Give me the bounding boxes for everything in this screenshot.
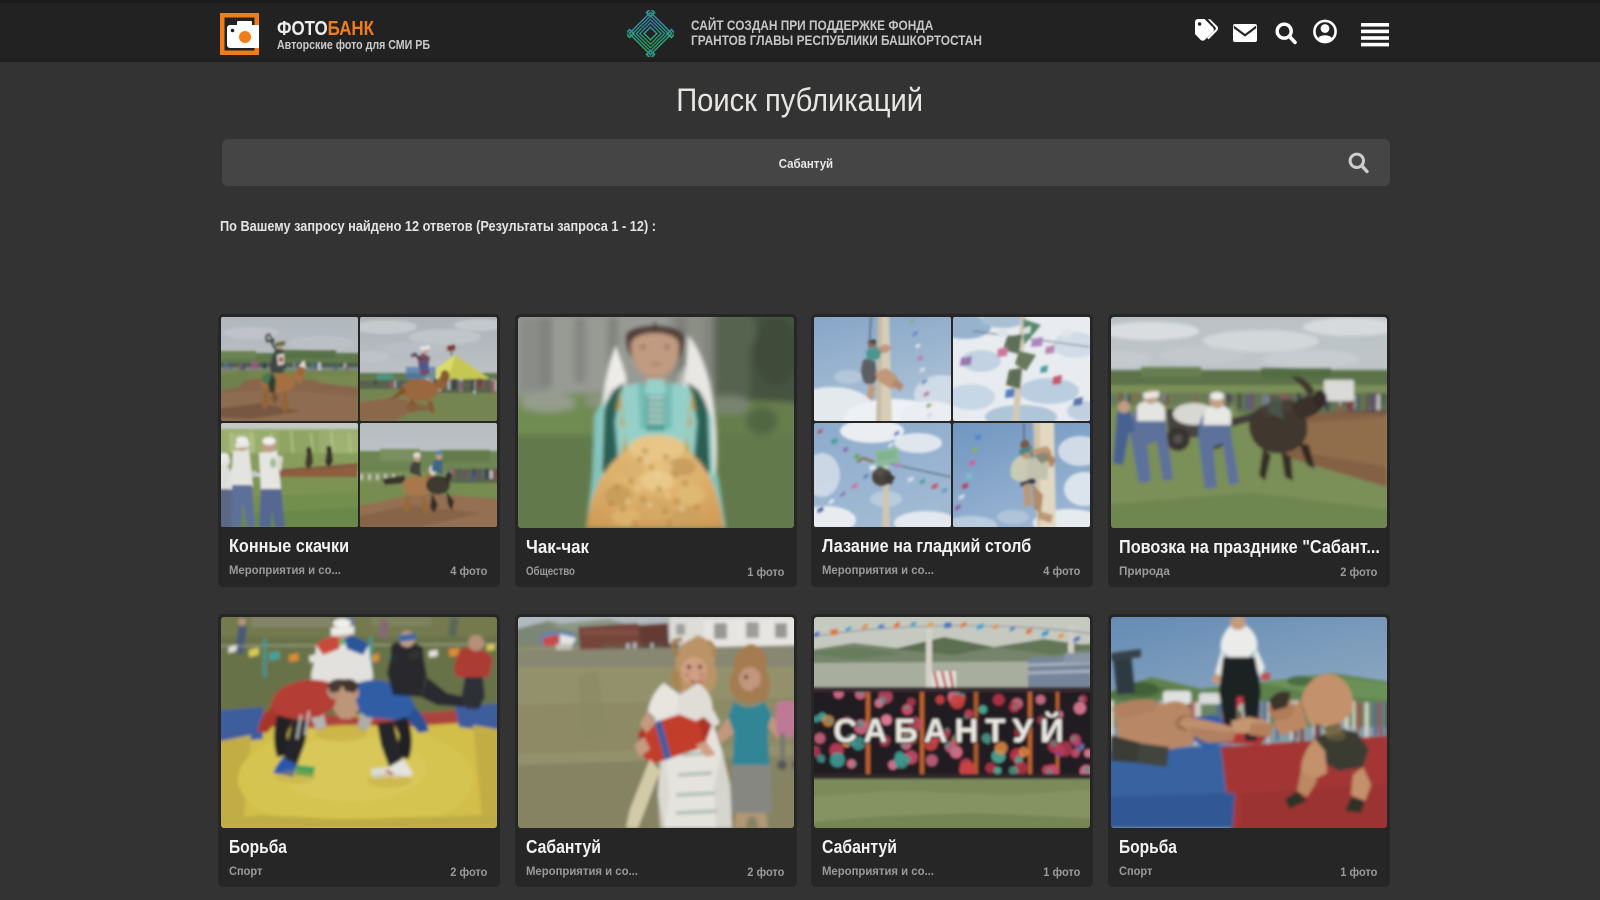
svg-text:САБАНТУЙ: САБАНТУЙ (833, 711, 1070, 749)
